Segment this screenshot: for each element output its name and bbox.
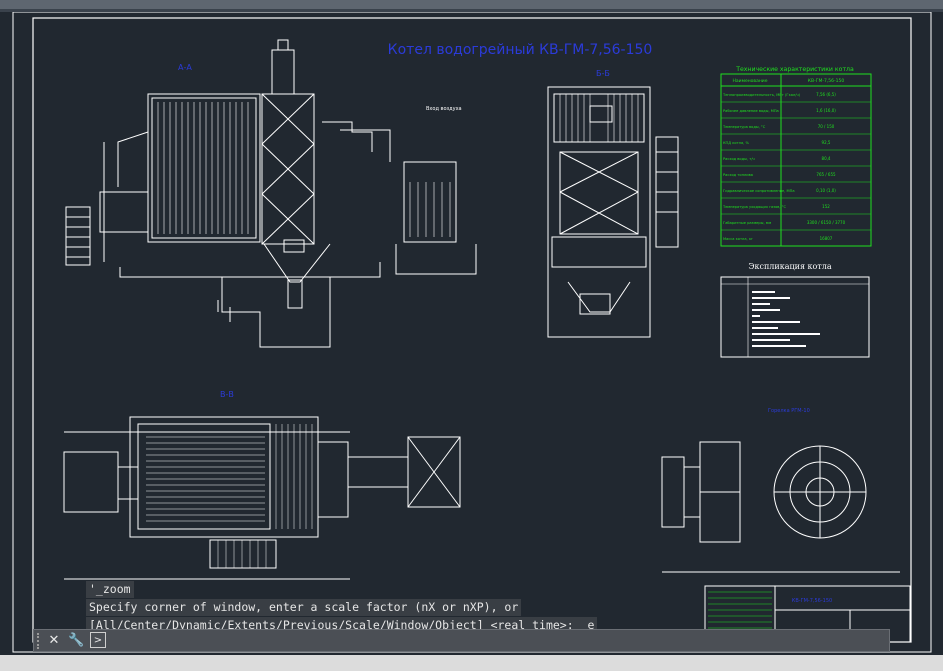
tech-row-label: Гидравлическое сопротивление, МПа (723, 189, 795, 193)
explication-table: Экспликация котла (720, 262, 870, 358)
main-title: Котел водогрейный КВ-ГМ-7,56-150 (388, 42, 653, 58)
drag-grip[interactable] (37, 633, 45, 649)
tech-row-value: 80,4 (822, 156, 831, 161)
burner-view (661, 441, 900, 573)
explication-title: Экспликация котла (748, 262, 832, 271)
tech-row-value: 1,6 (16,0) (816, 108, 836, 113)
tech-row-label: Габаритные размеры, мм (723, 221, 771, 225)
history-line: Specify corner of window, enter a scale … (86, 599, 522, 616)
tech-row-value: 70 / 150 (818, 124, 835, 129)
close-icon[interactable]: ✕ (46, 633, 62, 649)
section-aa-label: А-А (178, 63, 192, 72)
tech-row-label: Расход воды, т/ч (723, 157, 755, 161)
title-bar (0, 0, 943, 9)
tech-row-value: 16807 (820, 236, 833, 241)
status-area (0, 655, 943, 671)
sheet-border (12, 12, 932, 653)
tech-table: Технические характеристики котла Наимено… (720, 66, 872, 247)
svg-text:КВ-ГМ-7,56-150: КВ-ГМ-7,56-150 (808, 78, 845, 84)
tech-row-label: Температура уходящих газов, °С (722, 205, 786, 209)
tech-row-value: 3300 / 6150 / 3770 (807, 220, 846, 225)
prompt-icon[interactable]: > (90, 632, 106, 648)
history-line: '_zoom (86, 581, 134, 598)
sheet-frame (32, 17, 912, 643)
entry-label: Вход воздуха (426, 106, 462, 112)
boiler-front-view (547, 86, 679, 338)
svg-text:Наименование: Наименование (733, 78, 768, 84)
burner-label: Горелка РГМ-10 (768, 408, 810, 414)
tech-row-value: 92,5 (822, 140, 831, 145)
stamp-title: КВ-ГМ-7,56-150 (792, 598, 832, 604)
tech-row-label: Масса котла, кг (723, 237, 753, 241)
tech-row-label: Рабочее давление воды, МПа (723, 109, 779, 113)
section-bb-label: Б-Б (596, 69, 610, 78)
tech-row-label: КПД котла, % (723, 141, 749, 145)
tech-row-label: Теплопроизводительность, МВт (Гкал/ч) (722, 93, 801, 97)
wrench-icon[interactable]: 🔧 (68, 633, 84, 649)
command-history: '_zoom Specify corner of window, enter a… (86, 581, 606, 635)
command-input[interactable] (110, 633, 884, 651)
tech-table-title: Технические характеристики котла (735, 66, 854, 73)
tech-row-value: 0,10 (1,0) (816, 188, 836, 193)
tech-row-value: 765 / 655 (816, 172, 836, 177)
tech-row-label: Температура воды, °С (722, 125, 766, 129)
tech-row-value: 7,56 (6,5) (816, 92, 836, 97)
boiler-side-view (65, 39, 477, 348)
tech-row-label: Расход топлива (723, 173, 753, 177)
section-vv-label: В-В (220, 390, 234, 399)
drawing-svg: Котел водогрейный КВ-ГМ-7,56-150 А-А Б-Б… (12, 12, 932, 653)
drawing-canvas[interactable]: Котел водогрейный КВ-ГМ-7,56-150 А-А Б-Б… (0, 12, 943, 655)
command-line-bar: ✕ 🔧 > (33, 629, 890, 652)
boiler-plan-view (63, 416, 461, 580)
tech-row-value: 152 (822, 204, 830, 209)
